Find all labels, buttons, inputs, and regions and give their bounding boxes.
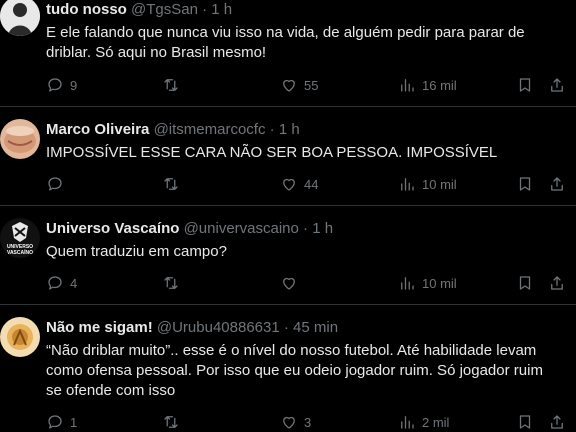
author-name[interactable]: tudo nosso [46,1,127,18]
avatar[interactable] [0,119,40,159]
avatar-logo-text: UNIVERSO VASCAÍNO [6,244,34,256]
share-button[interactable] [548,273,566,293]
like-icon [283,277,295,290]
tweet-header: tudo nosso @TgsSan · 1 h [46,0,232,20]
action-bar: 1 3 2 mil [46,412,566,432]
action-bar: 4 10 mil [46,273,566,293]
bookmark-icon [519,78,531,92]
views-count: 16 mil [422,77,457,93]
share-icon [551,78,563,92]
views-icon [401,277,414,290]
views-icon [401,416,414,429]
avatar[interactable]: UNIVERSO VASCAÍNO [0,218,40,258]
reply-count: 4 [70,275,78,291]
author-name[interactable]: Marco Oliveira [46,121,149,138]
retweet-icon [164,79,178,91]
retweet-button[interactable] [162,273,186,293]
author-name[interactable]: Universo Vascaíno [46,220,179,237]
bookmark-button[interactable] [516,273,534,293]
retweet-icon [164,178,178,190]
retweet-button[interactable] [162,75,186,95]
tweet-text: Quem traduziu em campo? [46,243,227,260]
action-bar: 9 55 16 mil [46,75,566,95]
timestamp[interactable]: 45 min [293,319,338,336]
author-handle[interactable]: @itsmemarcocfc [154,121,266,138]
tweet-1[interactable]: tudo nosso @TgsSan · 1 h E ele falando q… [0,0,576,104]
separator-dot: · [269,121,275,138]
reply-button[interactable] [46,174,70,194]
like-count: 55 [304,77,319,93]
like-icon [283,416,295,429]
bookmark-icon [519,177,531,191]
avatar[interactable] [0,0,40,36]
reply-button[interactable]: 4 [46,273,77,293]
timestamp[interactable]: 1 h [312,220,333,237]
reply-icon [48,78,62,92]
action-bar: 44 10 mil [46,174,566,194]
bookmark-button[interactable] [516,412,534,432]
like-icon [283,79,295,92]
separator-dot: · [283,319,289,336]
reply-icon [48,276,62,290]
retweet-icon [164,416,178,428]
bookmark-button[interactable] [516,75,534,95]
views-icon [401,79,414,92]
tweet-4[interactable]: Não me sigam! @Urubu40886631 · 45 min “N… [0,305,576,432]
separator-dot: · [303,220,309,237]
reply-count: 1 [70,414,78,430]
views-button[interactable]: 10 mil [398,174,457,194]
views-icon [401,178,414,191]
like-button[interactable]: 55 [280,75,318,95]
reply-icon [48,415,62,429]
timestamp[interactable]: 1 h [279,121,300,138]
tweet-3[interactable]: UNIVERSO VASCAÍNO Universo Vascaíno @uni… [0,206,576,303]
tweet-header: Não me sigam! @Urubu40886631 · 45 min [46,318,338,338]
views-count: 10 mil [422,275,457,291]
bookmark-icon [519,276,531,290]
retweet-button[interactable] [162,412,186,432]
author-handle[interactable]: @univervascaino [184,220,299,237]
reply-icon [48,177,62,191]
like-icon [283,178,295,191]
views-button[interactable]: 16 mil [398,75,457,95]
author-handle[interactable]: @Urubu40886631 [157,319,280,336]
like-button[interactable]: 44 [280,174,318,194]
author-name[interactable]: Não me sigam! [46,319,153,336]
share-icon [551,276,563,290]
bookmark-icon [519,415,531,429]
bookmark-button[interactable] [516,174,534,194]
reply-button[interactable]: 1 [46,412,77,432]
views-button[interactable]: 10 mil [398,273,457,293]
separator-dot: · [202,1,208,18]
retweet-icon [164,277,178,289]
author-handle[interactable]: @TgsSan [131,1,198,18]
like-button[interactable]: 3 [280,412,311,432]
reply-count: 9 [70,77,78,93]
share-icon [551,177,563,191]
tweet-header: Marco Oliveira @itsmemarcocfc · 1 h [46,120,300,140]
share-button[interactable] [548,75,566,95]
tweet-2[interactable]: Marco Oliveira @itsmemarcocfc · 1 h IMPO… [0,107,576,204]
views-count: 2 mil [422,414,450,430]
share-button[interactable] [548,412,566,432]
timestamp[interactable]: 1 h [211,1,232,18]
tweet-text: IMPOSSÍVEL ESSE CARA NÃO SER BOA PESSOA.… [46,144,498,161]
like-count: 3 [304,414,312,430]
tweet-header: Universo Vascaíno @univervascaino · 1 h [46,219,333,239]
share-button[interactable] [548,174,566,194]
like-count: 44 [304,176,319,192]
tweet-text: E ele falando que nunca viu isso na vida… [46,24,525,61]
views-count: 10 mil [422,176,457,192]
like-button[interactable] [280,273,304,293]
retweet-button[interactable] [162,174,186,194]
reply-button[interactable]: 9 [46,75,77,95]
tweet-text: “Não driblar muito”.. esse é o nível do … [46,342,543,399]
avatar[interactable] [0,317,40,357]
views-button[interactable]: 2 mil [398,412,449,432]
share-icon [551,415,563,429]
